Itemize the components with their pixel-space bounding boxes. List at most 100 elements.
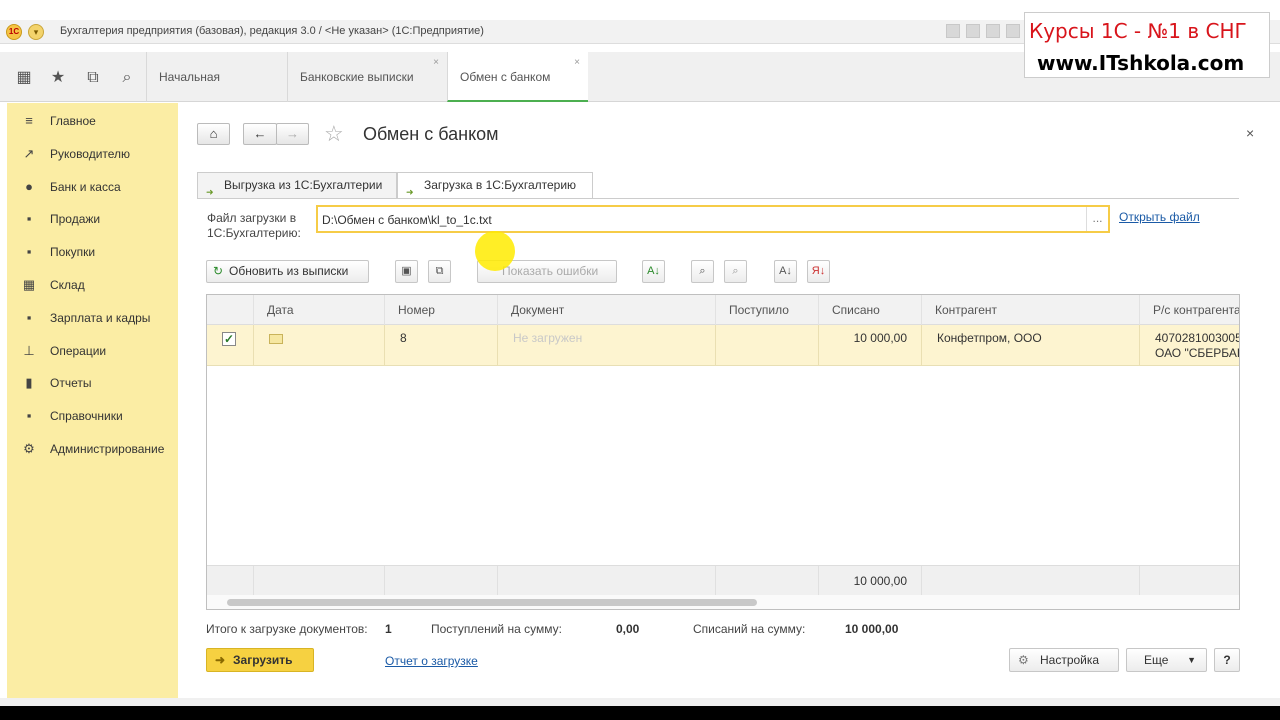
more-button[interactable]: Еще ▼ (1126, 648, 1207, 672)
app-logo-icon: 1С (6, 24, 22, 40)
received-total-value: 0,00 (616, 622, 640, 636)
column-header-date[interactable]: Дата (254, 295, 385, 325)
column-header-number[interactable]: Номер (385, 295, 498, 325)
cart-icon: ▪ (26, 244, 32, 259)
docs-total-label: Итого к загрузке документов: (206, 622, 368, 636)
sidebar-item-manager[interactable]: ↗ Руководителю (7, 144, 178, 164)
watermark-line2: www.ITshkola.com (1037, 51, 1245, 75)
received-total-label: Поступлений на сумму: (431, 622, 562, 636)
toolbar-ctrl-icon[interactable] (1006, 24, 1020, 38)
refresh-button[interactable]: ↻ Обновить из выписки (206, 260, 369, 283)
account-number: 40702810030050 (1155, 331, 1240, 345)
row-checkbox-cell: ✓ (207, 325, 254, 366)
table-header: Дата Номер Документ Поступило Списано Ко… (207, 295, 1239, 325)
forward-button[interactable]: → (276, 123, 309, 145)
coin-icon: ● (25, 179, 33, 194)
form-area: ⌂ ← → ☆ Обмен с банком × ➜ Выгрузка из 1С… (178, 103, 1280, 698)
open-file-link[interactable]: Открыть файл (1119, 210, 1200, 224)
help-button[interactable]: ? (1214, 648, 1240, 672)
spent-total-value: 10 000,00 (845, 622, 899, 636)
sort-icon[interactable]: A↓ (642, 260, 665, 283)
sidebar-item-purchases[interactable]: ▪ Покупки (7, 242, 178, 262)
subtab-label: Загрузка в 1С:Бухгалтерию (424, 178, 577, 192)
sidebar-item-reports[interactable]: ▮ Отчеты (7, 373, 178, 393)
tab-bank-exchange[interactable]: Обмен с банком × (447, 52, 588, 102)
account-cell: 40702810030050 ОАО "СБЕРБАНК (1140, 325, 1240, 366)
load-icon: ➜ (215, 653, 226, 667)
menu-icon: ≡ (25, 113, 33, 128)
status-strip (0, 698, 1280, 706)
column-header-document[interactable]: Документ (498, 295, 716, 325)
sidebar-item-references[interactable]: ▪ Справочники (7, 406, 178, 426)
toolbar-ctrl-icon[interactable] (986, 24, 1000, 38)
back-button[interactable]: ← (243, 123, 277, 145)
column-header-account[interactable]: Р/с контрагента (1140, 295, 1239, 325)
sidebar-item-label: Отчеты (50, 376, 92, 390)
history-icon[interactable]: ⧉ (83, 68, 103, 88)
toolbar-ctrl-icon[interactable] (946, 24, 960, 38)
toolbar-ctrl-icon[interactable] (966, 24, 980, 38)
watermark-line1: Курсы 1С - №1 в СНГ (1029, 19, 1247, 43)
sort-desc-icon[interactable]: Я↓ (807, 260, 830, 283)
search-icon[interactable]: ⌕ (117, 68, 137, 88)
sidebar-item-operations[interactable]: ⊥ Операции (7, 341, 178, 361)
sidebar-item-label: Главное (50, 114, 96, 128)
file-path-input[interactable]: D:\Обмен с банком\kl_to_1c.txt ... (316, 205, 1110, 233)
favorite-star-icon[interactable]: ☆ (324, 121, 344, 147)
load-button[interactable]: ➜ Загрузить (206, 648, 314, 672)
sidebar-item-bank[interactable]: ● Банк и касса (7, 177, 178, 197)
row-checkbox[interactable]: ✓ (222, 332, 236, 346)
window-title: Бухгалтерия предприятия (базовая), редак… (60, 25, 484, 37)
column-header-counterparty[interactable]: Контрагент (922, 295, 1140, 325)
table-row[interactable]: ✓ 8 Не загружен 10 000,00 Конфетпром, ОО… (207, 325, 1240, 366)
sidebar-item-label: Администрирование (50, 442, 165, 456)
sidebar-item-main[interactable]: ≡ Главное (7, 111, 178, 131)
tab-import[interactable]: ➜ Загрузка в 1С:Бухгалтерию (397, 172, 593, 199)
page-title: Обмен с банком (363, 124, 499, 144)
app-window: 1С ▾ Бухгалтерия предприятия (базовая), … (0, 0, 1280, 706)
docs-total-value: 1 (385, 622, 392, 636)
sidebar-item-sales[interactable]: ▪ Продажи (7, 209, 178, 229)
tab-label: Банковские выписки (300, 70, 414, 84)
main-menu-icon[interactable]: ▾ (28, 24, 44, 40)
load-report-link[interactable]: Отчет о загрузке (385, 654, 478, 668)
spent-cell: 10 000,00 (819, 325, 922, 366)
operations-icon: ⊥ (23, 343, 35, 358)
tab-bank-statements[interactable]: Банковские выписки × (287, 52, 447, 102)
scrollbar-thumb[interactable] (227, 599, 757, 606)
settings-button[interactable]: ⚙ Настройка (1009, 648, 1119, 672)
column-header-spent[interactable]: Списано (819, 295, 922, 325)
apps-grid-icon[interactable]: ▦ (14, 68, 34, 88)
close-icon[interactable]: × (433, 38, 439, 88)
file-label: Файл загрузки в 1С:Бухгалтерию: (207, 211, 301, 240)
horizontal-scrollbar[interactable] (207, 595, 1239, 609)
more-label: Еще (1144, 653, 1169, 667)
load-label: Загрузить (233, 653, 293, 667)
browse-button[interactable]: ... (1086, 207, 1108, 231)
cancel-find-icon[interactable]: ⌕ (724, 260, 747, 283)
home-button[interactable]: ⌂ (197, 123, 230, 145)
sidebar-item-label: Зарплата и кадры (50, 311, 151, 325)
copy-icon[interactable]: ⧉ (428, 260, 451, 283)
sort-asc-icon[interactable]: A↓ (774, 260, 797, 283)
warehouse-icon: ▦ (22, 277, 36, 292)
sidebar-item-payroll[interactable]: ▪ Зарплата и кадры (7, 308, 178, 328)
column-header-received[interactable]: Поступило (716, 295, 819, 325)
select-all-icon[interactable]: ▣ (395, 260, 418, 283)
sidebar-item-admin[interactable]: ⚙ Администрирование (7, 439, 178, 459)
find-icon[interactable]: ⌕ (691, 260, 714, 283)
footer-cell (1140, 566, 1239, 596)
cursor-highlight (475, 231, 515, 271)
tab-panel-border (197, 198, 1239, 199)
tab-export[interactable]: ➜ Выгрузка из 1С:Бухгалтерии (197, 172, 397, 198)
book-icon: ▪ (26, 408, 32, 423)
trend-icon: ↗ (23, 146, 35, 161)
sidebar-item-warehouse[interactable]: ▦ Склад (7, 275, 178, 295)
sidebar-item-label: Справочники (50, 409, 123, 423)
tab-home[interactable]: Начальная страница (146, 52, 287, 134)
footer-cell (254, 566, 385, 596)
document-icon (269, 334, 283, 344)
close-icon[interactable]: × (1246, 125, 1254, 141)
close-icon[interactable]: × (574, 38, 580, 88)
star-icon[interactable]: ★ (48, 68, 68, 88)
